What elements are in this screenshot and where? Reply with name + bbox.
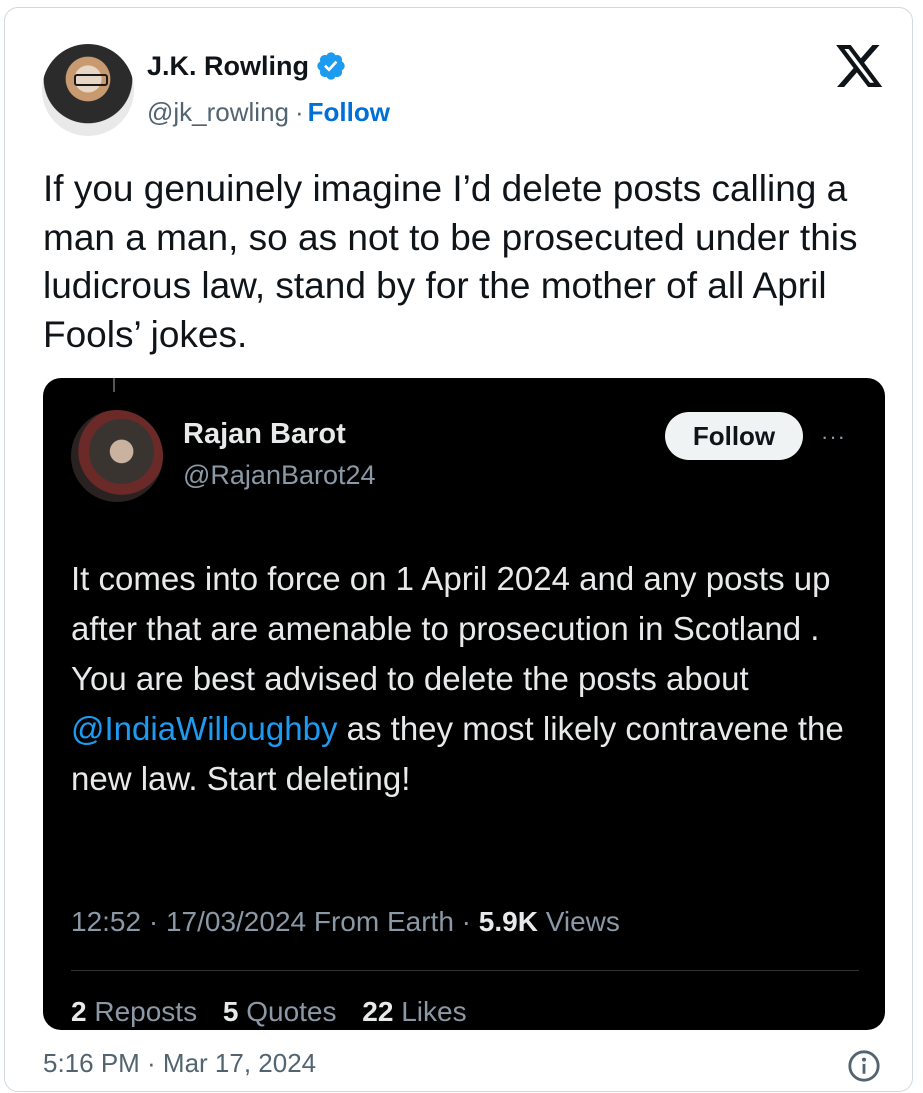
verified-badge-icon <box>317 52 345 80</box>
author-handle[interactable]: @jk_rowling <box>147 97 289 128</box>
handle-separator: · <box>295 97 304 127</box>
quoted-author-handle[interactable]: @RajanBarot24 <box>183 460 376 491</box>
follow-link[interactable]: Follow <box>308 97 390 128</box>
quotes-label: Quotes <box>238 996 337 1027</box>
mention-link[interactable]: @IndiaWilloughby <box>71 710 337 747</box>
views-count: 5.9K <box>478 906 538 937</box>
quoted-tweet-text: It comes into force on 1 April 2024 and … <box>71 554 861 804</box>
quoted-author-name[interactable]: Rajan Barot <box>183 418 346 451</box>
author-avatar[interactable] <box>42 44 134 136</box>
author-name-row: J.K. Rowling <box>147 50 347 82</box>
tweet-text: If you genuinely imagine I’d delete post… <box>43 168 858 355</box>
thread-line <box>113 378 115 392</box>
quoted-avatar[interactable] <box>71 410 163 502</box>
tweet-timestamp[interactable]: 5:16 PM · Mar 17, 2024 <box>43 1048 316 1079</box>
quoted-meta: 12:52 · 17/03/2024 From Earth · 5.9K Vie… <box>71 906 620 938</box>
likes-stat[interactable]: 22 Likes <box>362 996 466 1027</box>
tweet-embed-card: J.K. Rowling @jk_rowling · Follow If you… <box>4 7 913 1092</box>
views-label: Views <box>537 906 620 937</box>
author-handle-row: @jk_rowling · Follow <box>147 97 390 128</box>
reposts-label: Reposts <box>86 996 198 1027</box>
quoted-tweet-image[interactable]: Rajan Barot @RajanBarot24 Follow ··· It … <box>43 378 885 1030</box>
quoted-time: 12:52 · 17/03/2024 From Earth · <box>71 906 479 937</box>
x-logo-icon[interactable] <box>836 45 884 89</box>
quoted-stats: 2 Reposts 5 Quotes 22 Likes <box>71 996 485 1028</box>
avatar-glasses <box>74 74 108 86</box>
quoted-follow-button[interactable]: Follow <box>665 412 803 460</box>
quotes-stat[interactable]: 5 Quotes <box>223 996 337 1027</box>
likes-label: Likes <box>393 996 467 1027</box>
more-icon[interactable]: ··· <box>821 424 846 450</box>
quoted-text-before: It comes into force on 1 April 2024 and … <box>71 560 831 697</box>
divider <box>71 970 859 971</box>
reposts-stat[interactable]: 2 Reposts <box>71 996 197 1027</box>
info-icon[interactable] <box>847 1049 881 1083</box>
reposts-count: 2 <box>71 996 87 1027</box>
quotes-count: 5 <box>222 996 239 1027</box>
author-name[interactable]: J.K. Rowling <box>147 51 309 82</box>
likes-count: 22 <box>362 996 394 1027</box>
